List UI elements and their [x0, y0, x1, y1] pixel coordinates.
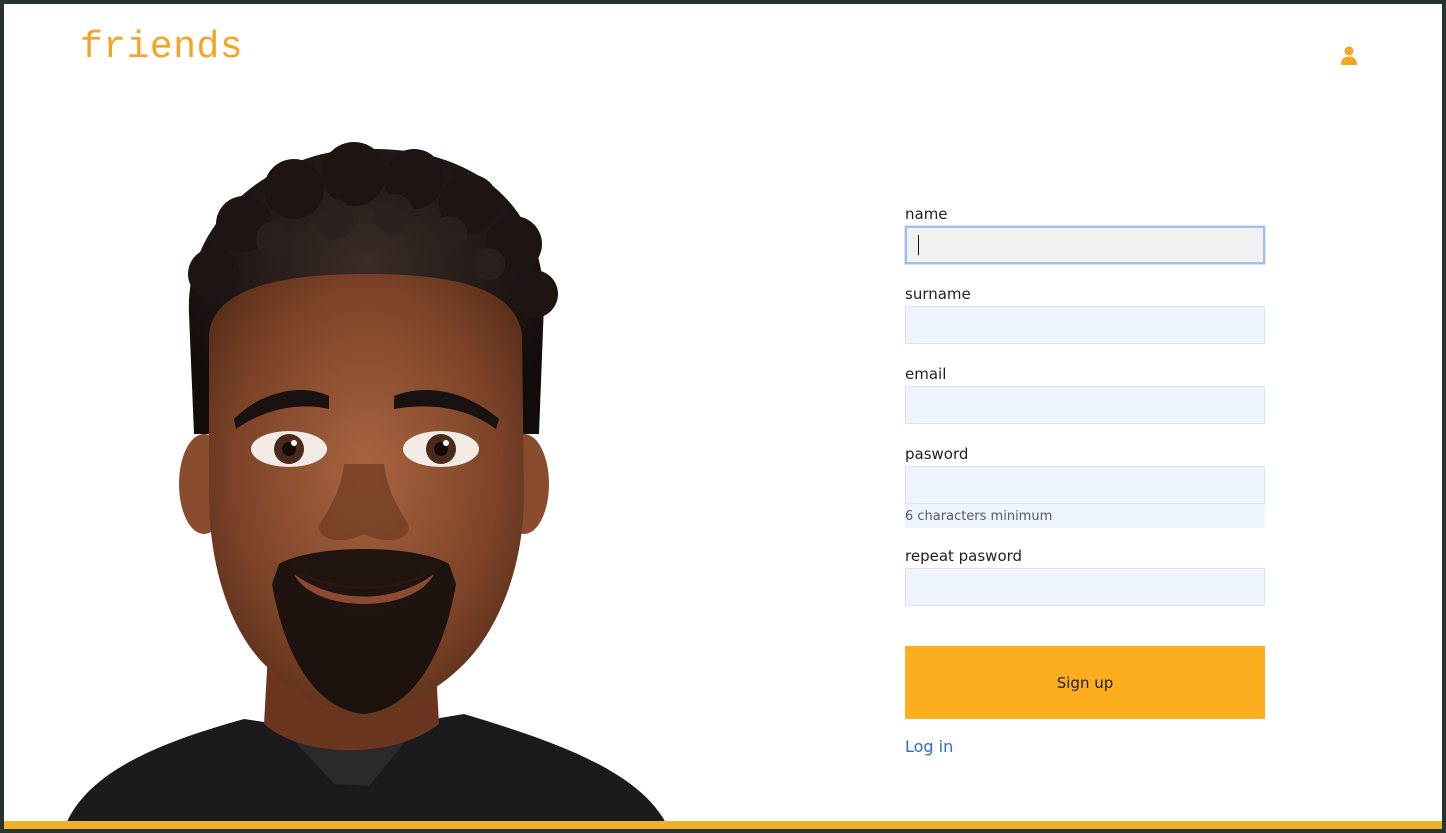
password-label: pasword: [905, 445, 969, 463]
email-field-group: email: [905, 364, 1265, 424]
log-in-link[interactable]: Log in: [905, 737, 953, 756]
text-cursor: [918, 235, 919, 255]
password-input[interactable]: [905, 466, 1265, 504]
avatar-illustration: [64, 142, 669, 829]
signup-form: name surname email pasword 6 characters …: [905, 204, 1265, 756]
email-label: email: [905, 365, 947, 383]
name-label: name: [905, 205, 948, 223]
surname-label: surname: [905, 285, 971, 303]
repeat-password-label: repeat pasword: [905, 547, 1023, 565]
app-window: friends name surname email pasword 6 cha…: [4, 4, 1442, 829]
name-input[interactable]: [905, 226, 1265, 264]
repeat-password-input[interactable]: [905, 568, 1265, 606]
surname-input[interactable]: [905, 306, 1265, 344]
repeat-password-field-group: repeat pasword: [905, 546, 1265, 606]
sign-up-button[interactable]: Sign up: [905, 646, 1265, 719]
name-field-group: name: [905, 204, 1265, 264]
name-input-wrap: [905, 226, 1265, 264]
user-icon[interactable]: [1340, 46, 1358, 66]
password-hint: 6 characters minimum: [905, 504, 1265, 528]
bottom-accent-bar: [4, 821, 1442, 829]
brand-logo[interactable]: friends: [80, 26, 243, 69]
email-input[interactable]: [905, 386, 1265, 424]
password-field-group: pasword 6 characters minimum: [905, 444, 1265, 528]
surname-field-group: surname: [905, 284, 1265, 344]
